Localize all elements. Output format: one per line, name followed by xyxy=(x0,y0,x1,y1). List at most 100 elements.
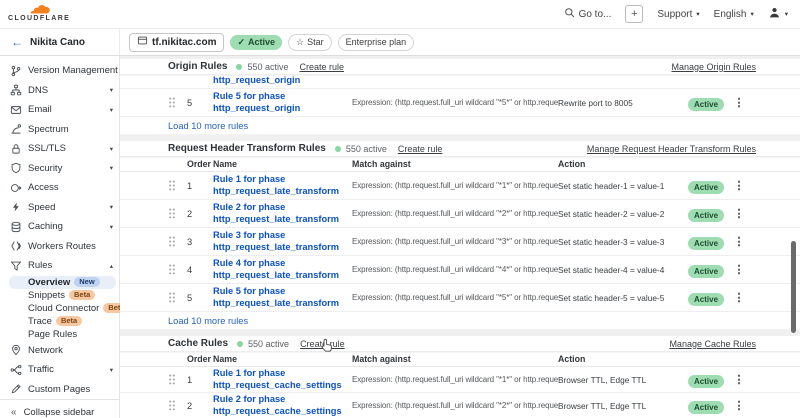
rule-name-link[interactable]: http_request_origin xyxy=(213,75,300,87)
sidebar-item-caching[interactable]: Caching ▾ xyxy=(0,217,119,237)
sidebar-item-ssl-tls[interactable]: SSL/TLS ▾ xyxy=(0,139,119,159)
sidebar-item-rules[interactable]: Rules▴ xyxy=(0,256,119,276)
load-more-link[interactable]: Load 10 more rules xyxy=(168,121,248,131)
kebab-menu-icon[interactable]: ⋮ xyxy=(732,291,746,304)
status-badge: Active xyxy=(688,293,724,306)
sidebar-item-access[interactable]: Access xyxy=(0,178,119,198)
chevron-down-icon[interactable]: ▾ xyxy=(110,106,113,114)
create-rule-link[interactable]: Create rule xyxy=(398,144,443,154)
language-menu[interactable]: English ▾ xyxy=(714,9,754,20)
rule-order: 3 xyxy=(180,237,213,247)
sidebar-item-label: SSL/TLS xyxy=(28,143,66,154)
user-menu[interactable]: ▾ xyxy=(768,6,788,22)
rule-name-link[interactable]: Rule 3 for phasehttp_request_late_transf… xyxy=(213,230,352,253)
cloudflare-logo[interactable]: CLOUDFLARE xyxy=(8,5,64,23)
drag-handle-icon[interactable] xyxy=(168,264,180,275)
sidebar-item-email[interactable]: Email▾ xyxy=(0,100,119,120)
back-arrow-icon[interactable]: ← xyxy=(11,36,23,48)
sidebar-item-dns[interactable]: DNS▾ xyxy=(0,81,119,101)
zone-selector[interactable]: tf.nikitac.com xyxy=(129,33,224,52)
status-dot-icon xyxy=(335,146,341,152)
sidebar-item-version-management[interactable]: Version Management xyxy=(0,61,119,81)
rule-name-link[interactable]: Rule 1 for phasehttp_request_cache_setti… xyxy=(213,368,352,391)
sidebar-item-label: Caching xyxy=(28,221,63,232)
rule-name-link[interactable]: Rule 5 for phasehttp_request_late_transf… xyxy=(213,286,352,309)
create-rule-link[interactable]: Create rule xyxy=(300,339,345,349)
manage-rules-link[interactable]: Manage Request Header Transform Rules xyxy=(587,144,756,154)
chevron-down-icon[interactable]: ▾ xyxy=(110,366,113,374)
sidebar-item-network[interactable]: Network xyxy=(0,341,119,361)
kebab-menu-icon[interactable]: ⋮ xyxy=(732,179,746,192)
kebab-menu-icon[interactable]: ⋮ xyxy=(732,263,746,276)
chevron-down-icon[interactable]: ▾ xyxy=(110,145,113,153)
collapse-sidebar-button[interactable]: « Collapse sidebar xyxy=(0,399,119,418)
account-name: Nikita Cano xyxy=(30,37,85,48)
kebab-menu-icon[interactable]: ⋮ xyxy=(732,207,746,220)
drag-handle-icon[interactable] xyxy=(168,374,180,385)
rule-action: Browser TTL, Edge TTL xyxy=(558,375,688,385)
rule-name-link[interactable]: Rule 1 for phasehttp_request_late_transf… xyxy=(213,174,352,197)
rule-name-link[interactable]: Rule 4 for phasehttp_request_late_transf… xyxy=(213,258,352,281)
sidebar-item-custom-pages[interactable]: Custom Pages xyxy=(0,380,119,400)
section-header: Origin Rules 550 active Create rule Mana… xyxy=(120,59,800,75)
kebab-menu-icon[interactable]: ⋮ xyxy=(732,96,746,109)
section-title: Cache Rules xyxy=(168,338,228,349)
rule-row: 1 Rule 1 for phasehttp_request_late_tran… xyxy=(120,172,800,200)
sidebar-item-cloud-connector[interactable]: Cloud ConnectorBeta xyxy=(0,302,119,315)
create-rule-link[interactable]: Create rule xyxy=(299,62,344,72)
rule-action: Set static header-5 = value-5 xyxy=(558,293,688,303)
drag-handle-icon[interactable] xyxy=(168,292,180,303)
kebab-menu-icon[interactable]: ⋮ xyxy=(732,373,746,386)
chevron-up-icon[interactable]: ▴ xyxy=(110,262,113,270)
drag-handle-icon[interactable] xyxy=(168,400,180,411)
sidebar-item-speed[interactable]: Speed▾ xyxy=(0,198,119,218)
status-badge: Active xyxy=(688,265,724,278)
drag-handle-icon[interactable] xyxy=(168,208,180,219)
chevron-down-icon[interactable]: ▾ xyxy=(110,164,113,172)
rule-name-link[interactable]: Rule 2 for phasehttp_request_cache_setti… xyxy=(213,394,352,417)
lock-icon xyxy=(10,143,22,155)
rule-order: 1 xyxy=(180,375,213,385)
sidebar-item-spectrum[interactable]: Spectrum xyxy=(0,120,119,140)
workers-icon xyxy=(10,240,22,252)
rule-name-link[interactable]: Rule 5 for phasehttp_request_origin xyxy=(213,91,352,114)
chevron-down-icon[interactable]: ▾ xyxy=(110,223,113,231)
drag-handle-icon[interactable] xyxy=(168,236,180,247)
manage-rules-link[interactable]: Manage Cache Rules xyxy=(669,339,756,349)
chevron-down-icon[interactable]: ▾ xyxy=(110,86,113,94)
rules-icon xyxy=(10,260,22,272)
manage-rules-link[interactable]: Manage Origin Rules xyxy=(671,62,756,72)
rule-expression: Expression: (http.request.full_uri wildc… xyxy=(352,401,558,410)
sidebar-item-workers-routes[interactable]: Workers Routes xyxy=(0,237,119,257)
sidebar-item-label: Page Rules xyxy=(28,329,77,340)
star-button[interactable]: ☆ Star xyxy=(288,34,332,51)
add-button[interactable]: + xyxy=(625,5,643,23)
support-menu[interactable]: Support ▾ xyxy=(657,9,699,20)
chevron-down-icon[interactable]: ▾ xyxy=(110,203,113,211)
rule-order: 4 xyxy=(180,265,213,275)
kebab-menu-icon[interactable]: ⋮ xyxy=(732,235,746,248)
rules-table: 1 Rule 1 for phasehttp_request_late_tran… xyxy=(120,172,800,312)
rule-expression: Expression: (http.request.full_uri wildc… xyxy=(352,237,558,246)
cloudflare-wordmark: CLOUDFLARE xyxy=(8,15,64,23)
drag-handle-icon[interactable] xyxy=(168,97,180,108)
section-title: Request Header Transform Rules xyxy=(168,143,326,154)
kebab-menu-icon[interactable]: ⋮ xyxy=(732,399,746,412)
zone-status-badge: ✓ Active xyxy=(230,35,282,50)
rule-row: 2 Rule 2 for phasehttp_request_cache_set… xyxy=(120,393,800,418)
sidebar-item-trace[interactable]: TraceBeta xyxy=(0,315,119,328)
sidebar-item-snippets[interactable]: SnippetsBeta xyxy=(0,289,119,302)
drag-handle-icon[interactable] xyxy=(168,180,180,191)
rule-name-link[interactable]: Rule 2 for phasehttp_request_late_transf… xyxy=(213,202,352,225)
sidebar-item-overview[interactable]: OverviewNew xyxy=(9,276,116,289)
sidebar-item-page-rules[interactable]: Page Rules xyxy=(0,328,119,341)
sidebar-item-label: Spectrum xyxy=(28,124,69,135)
language-label: English xyxy=(714,9,747,20)
status-badge: Active xyxy=(688,375,724,388)
load-more-link[interactable]: Load 10 more rules xyxy=(168,316,248,326)
new-badge: New xyxy=(74,277,99,288)
scrollbar-thumb[interactable] xyxy=(791,241,796,333)
sidebar-item-traffic[interactable]: Traffic▾ xyxy=(0,360,119,380)
goto-search[interactable]: Go to... xyxy=(564,7,612,21)
sidebar-item-security[interactable]: Security▾ xyxy=(0,159,119,179)
